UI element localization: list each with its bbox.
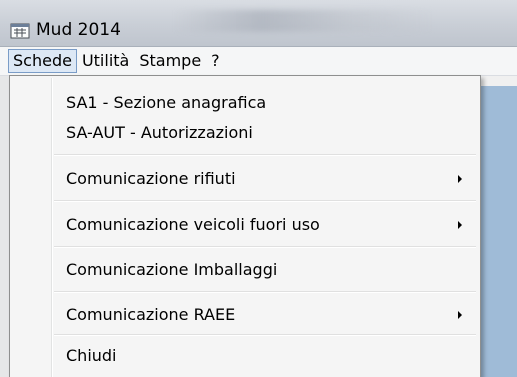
menu-stampe[interactable]: Stampe: [134, 49, 206, 73]
app-window-icon[interactable]: [10, 23, 30, 39]
menu-item-comunicazione-raee[interactable]: Comunicazione RAEE: [12, 300, 478, 330]
blurred-title-region: [175, 10, 435, 32]
menu-item-label: Comunicazione Imballaggi: [66, 260, 278, 279]
menu-item-label: Chiudi: [66, 346, 117, 365]
menu-separator: [54, 246, 476, 248]
submenu-arrow-icon: [458, 221, 462, 229]
submenu-arrow-icon: [458, 175, 462, 183]
window-client-edge: [0, 76, 9, 377]
title-bar: Mud 2014: [0, 0, 517, 47]
submenu-arrow-icon: [458, 311, 462, 319]
menu-item-comunicazione-imballaggi[interactable]: Comunicazione Imballaggi: [12, 255, 478, 285]
window-title: Mud 2014: [36, 20, 121, 40]
menu-separator: [54, 291, 476, 293]
menu-item-comunicazione-rifiuti[interactable]: Comunicazione rifiuti: [12, 164, 478, 194]
menu-item-label: SA-AUT - Autorizzazioni: [66, 123, 253, 142]
menu-item-label: Comunicazione RAEE: [66, 305, 236, 324]
menu-utilita[interactable]: Utilità: [77, 49, 134, 73]
menu-item-label: SA1 - Sezione anagrafica: [66, 93, 267, 112]
menu-separator: [54, 200, 476, 202]
menu-item-sa-aut[interactable]: SA-AUT - Autorizzazioni: [12, 118, 478, 148]
menu-item-chiudi[interactable]: Chiudi: [12, 341, 478, 371]
menu-bar: Schede Utilità Stampe ?: [0, 47, 517, 76]
menu-help[interactable]: ?: [206, 49, 225, 73]
menu-separator: [54, 154, 476, 156]
menu-item-comunicazione-veicoli[interactable]: Comunicazione veicoli fuori uso: [12, 210, 478, 240]
menu-schede[interactable]: Schede: [8, 49, 77, 73]
menu-item-label: Comunicazione veicoli fuori uso: [66, 215, 320, 234]
menu-item-label: Comunicazione rifiuti: [66, 169, 236, 188]
schede-dropdown-menu: SA1 - Sezione anagrafica SA-AUT - Autori…: [9, 75, 481, 377]
menu-item-sa1[interactable]: SA1 - Sezione anagrafica: [12, 88, 478, 118]
menu-separator: [54, 334, 476, 336]
